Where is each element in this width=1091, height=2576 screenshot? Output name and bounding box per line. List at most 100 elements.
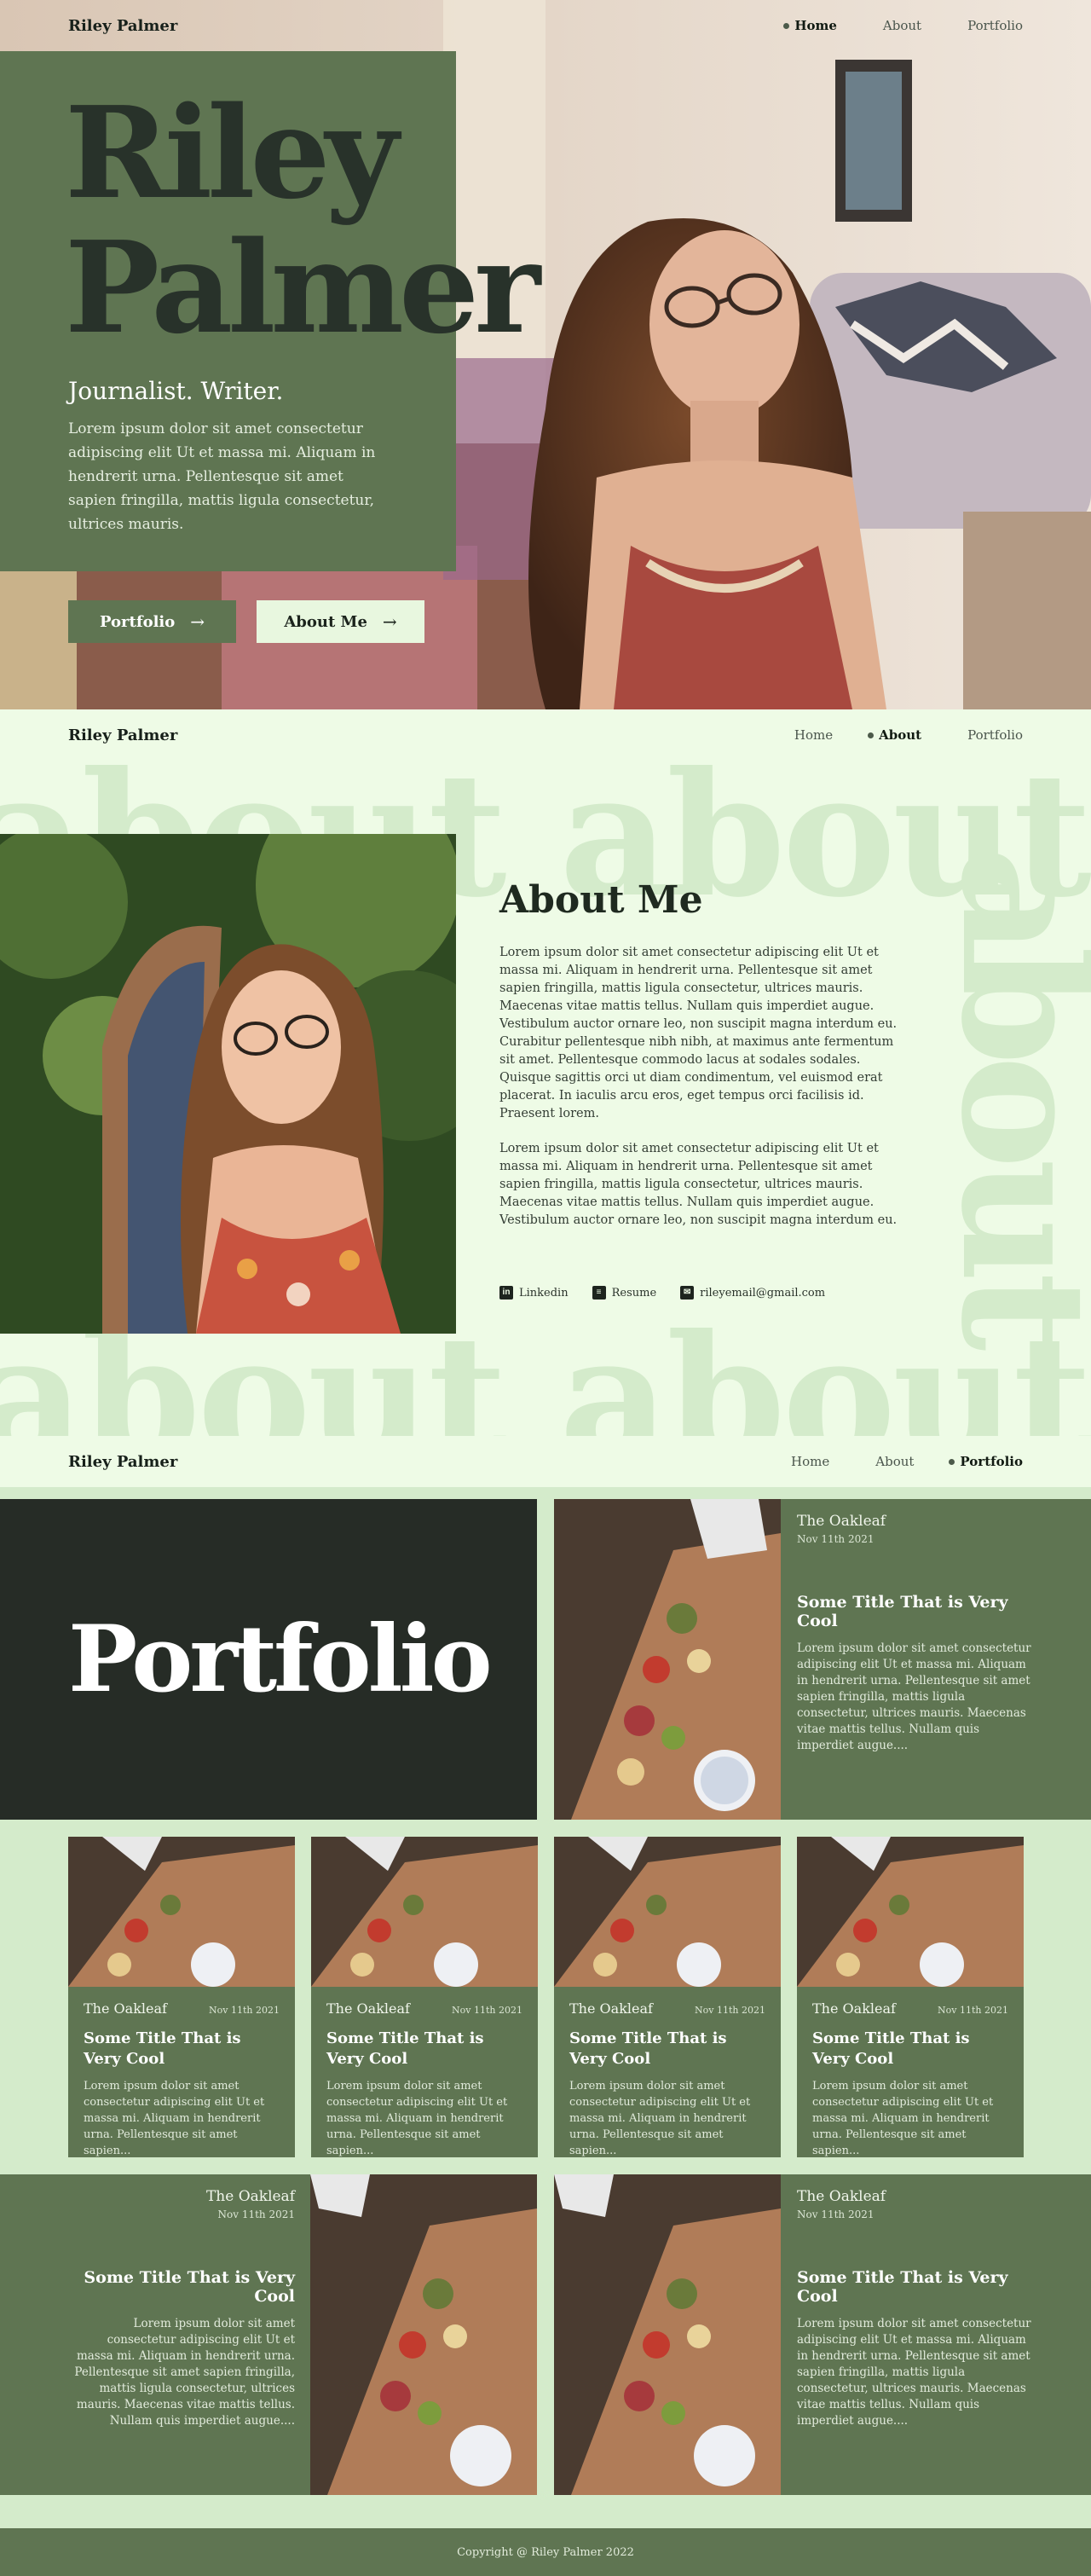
- nav-link-home[interactable]: Home: [783, 18, 837, 33]
- hero-name: Riley Palmer: [65, 78, 540, 362]
- article-date: Nov 11th 2021: [209, 2005, 280, 2016]
- hero-tagline: Journalist. Writer.: [68, 377, 284, 405]
- article-publication: The Oakleaf: [326, 2000, 410, 2017]
- footer: Copyright @ Riley Palmer 2022: [0, 2528, 1091, 2576]
- about-title: About Me: [499, 878, 703, 922]
- hero-description: Lorem ipsum dolor sit amet consectetur a…: [68, 420, 376, 533]
- article-title: Some Title That is Very Cool: [797, 2268, 1008, 2306]
- article-meta: The Oakleaf Nov 11th 2021: [554, 1987, 781, 2017]
- nav-link-about[interactable]: About: [883, 18, 921, 33]
- article-description: Lorem ipsum dolor sit amet consectetur a…: [797, 1641, 1031, 1752]
- article-publication: The Oakleaf: [569, 2000, 653, 2017]
- resume-link[interactable]: ≡ Resume: [592, 1286, 657, 1300]
- article-text: The Oakleaf Nov 11th 2021 Some Title Tha…: [797, 2188, 1036, 2429]
- article-image: [554, 2174, 781, 2495]
- nav-link-home[interactable]: Home: [794, 727, 833, 743]
- article-title: Some Title That is Very Cool: [326, 2029, 484, 2068]
- article-card[interactable]: The Oakleaf Nov 11th 2021 Some Title Tha…: [311, 1837, 538, 2157]
- hero-name-last: Palmer: [65, 213, 540, 362]
- hero-name-first: Riley: [65, 78, 399, 227]
- hero-nav: Riley Palmer Home About Portfolio: [0, 0, 1091, 51]
- resume-label: Resume: [611, 1286, 657, 1300]
- portfolio-title-panel: Portfolio: [0, 1499, 537, 1820]
- nav-links: Home About Portfolio: [783, 18, 1023, 33]
- linkedin-label: Linkedin: [519, 1286, 569, 1300]
- article-meta: The Oakleaf Nov 11th 2021: [311, 1987, 538, 2017]
- article-image: [797, 1837, 1024, 1987]
- article-title: Some Title That is Very Cool: [569, 2029, 727, 2068]
- document-icon: ≡: [592, 1286, 606, 1300]
- nav-link-portfolio[interactable]: Portfolio: [967, 727, 1023, 743]
- article-card[interactable]: The Oakleaf Nov 11th 2021 Some Title Tha…: [554, 1837, 781, 2157]
- nav-links: Home About Portfolio: [791, 1454, 1023, 1469]
- article-description: Lorem ipsum dolor sit amet consectetur a…: [812, 2080, 994, 2157]
- article-meta: The Oakleaf Nov 11th 2021: [797, 1987, 1024, 2017]
- about-me-button[interactable]: About Me →: [257, 600, 424, 643]
- email-link[interactable]: ✉ rileyemail@gmail.com: [680, 1286, 825, 1300]
- article-date: Nov 11th 2021: [695, 2005, 765, 2016]
- article-publication: The Oakleaf: [797, 2188, 886, 2205]
- about-content: About Me Lorem ipsum dolor sit amet cons…: [499, 878, 909, 1230]
- article-card-wide-right[interactable]: The Oakleaf Nov 11th 2021 Some Title Tha…: [554, 2174, 1091, 2495]
- article-date: Nov 11th 2021: [452, 2005, 522, 2016]
- nav-brand[interactable]: Riley Palmer: [68, 17, 177, 35]
- article-date: Nov 11th 2021: [797, 1533, 875, 1545]
- article-date: Nov 11th 2021: [217, 2208, 296, 2220]
- arrow-right-icon: →: [190, 611, 205, 632]
- mail-icon: ✉: [680, 1286, 695, 1300]
- about-contact-links: in Linkedin ≡ Resume ✉ rileyemail@gmail.…: [499, 1286, 825, 1300]
- nav-link-home[interactable]: Home: [791, 1454, 829, 1469]
- portfolio-section: Riley Palmer Home About Portfolio Portfo…: [0, 1436, 1091, 2576]
- nav-brand[interactable]: Riley Palmer: [68, 726, 177, 744]
- article-title: Some Title That is Very Cool: [84, 2029, 241, 2068]
- nav-brand[interactable]: Riley Palmer: [68, 1453, 177, 1471]
- featured-article-card[interactable]: The Oakleaf Nov 11th 2021 Some Title Tha…: [554, 1499, 1091, 1820]
- arrow-right-icon: →: [382, 611, 397, 632]
- article-text: The Oakleaf Nov 11th 2021 Some Title Tha…: [68, 2188, 295, 2429]
- nav-link-about[interactable]: About: [875, 1454, 914, 1469]
- footer-copyright: Copyright @ Riley Palmer 2022: [457, 2545, 634, 2559]
- article-image: [68, 1837, 295, 1987]
- about-background-word-vertical: about: [923, 846, 1091, 1341]
- nav-link-portfolio[interactable]: Portfolio: [967, 18, 1023, 33]
- about-section: about about abo about about about abo Ri…: [0, 709, 1091, 1471]
- article-image: [310, 2174, 537, 2495]
- article-date: Nov 11th 2021: [797, 2208, 875, 2220]
- article-publication: The Oakleaf: [797, 1513, 886, 1530]
- hero-section: Riley Palmer Home About Portfolio Riley …: [0, 0, 1091, 709]
- article-card[interactable]: The Oakleaf Nov 11th 2021 Some Title Tha…: [68, 1837, 295, 2157]
- nav-link-about[interactable]: About: [868, 727, 921, 743]
- portfolio-button[interactable]: Portfolio →: [68, 600, 236, 643]
- portfolio-nav: Riley Palmer Home About Portfolio: [0, 1436, 1091, 1487]
- email-label: rileyemail@gmail.com: [700, 1286, 826, 1300]
- article-description: Lorem ipsum dolor sit amet consectetur a…: [797, 2317, 1031, 2428]
- nav-link-portfolio[interactable]: Portfolio: [949, 1454, 1023, 1469]
- article-title: Some Title That is Very Cool: [797, 1593, 1008, 1630]
- article-meta: The Oakleaf Nov 11th 2021: [68, 1987, 295, 2017]
- linkedin-icon: in: [499, 1286, 513, 1300]
- article-title: Some Title That is Very Cool: [84, 2268, 295, 2306]
- article-description: Lorem ipsum dolor sit amet consectetur a…: [326, 2080, 508, 2157]
- about-paragraph-2: Lorem ipsum dolor sit amet consectetur a…: [499, 1142, 898, 1227]
- article-card-wide-left[interactable]: The Oakleaf Nov 11th 2021 Some Title Tha…: [0, 2174, 537, 2495]
- article-image: [554, 1499, 781, 1820]
- about-paragraph-1: Lorem ipsum dolor sit amet consectetur a…: [499, 946, 898, 1120]
- article-publication: The Oakleaf: [84, 2000, 167, 2017]
- article-description: Lorem ipsum dolor sit amet consectetur a…: [84, 2080, 265, 2157]
- article-image: [311, 1837, 538, 1987]
- portfolio-button-label: Portfolio: [99, 612, 176, 631]
- about-me-button-label: About Me: [284, 612, 367, 631]
- article-image: [554, 1837, 781, 1987]
- linkedin-link[interactable]: in Linkedin: [499, 1286, 569, 1300]
- article-description: Lorem ipsum dolor sit amet consectetur a…: [569, 2080, 751, 2157]
- article-publication: The Oakleaf: [205, 2188, 295, 2205]
- nav-links: Home About Portfolio: [794, 727, 1023, 743]
- article-publication: The Oakleaf: [812, 2000, 896, 2017]
- featured-article-text: The Oakleaf Nov 11th 2021 Some Title Tha…: [797, 1513, 1036, 1754]
- hero-intro-card: Riley Palmer Journalist. Writer. Lorem i…: [0, 51, 540, 571]
- about-nav: Riley Palmer Home About Portfolio: [0, 709, 1091, 761]
- article-title: Some Title That is Very Cool: [812, 2029, 970, 2068]
- portfolio-bottom-row: The Oakleaf Nov 11th 2021 Some Title Tha…: [0, 2174, 1091, 2495]
- portfolio-title: Portfolio: [68, 1606, 493, 1713]
- article-card[interactable]: The Oakleaf Nov 11th 2021 Some Title Tha…: [797, 1837, 1024, 2157]
